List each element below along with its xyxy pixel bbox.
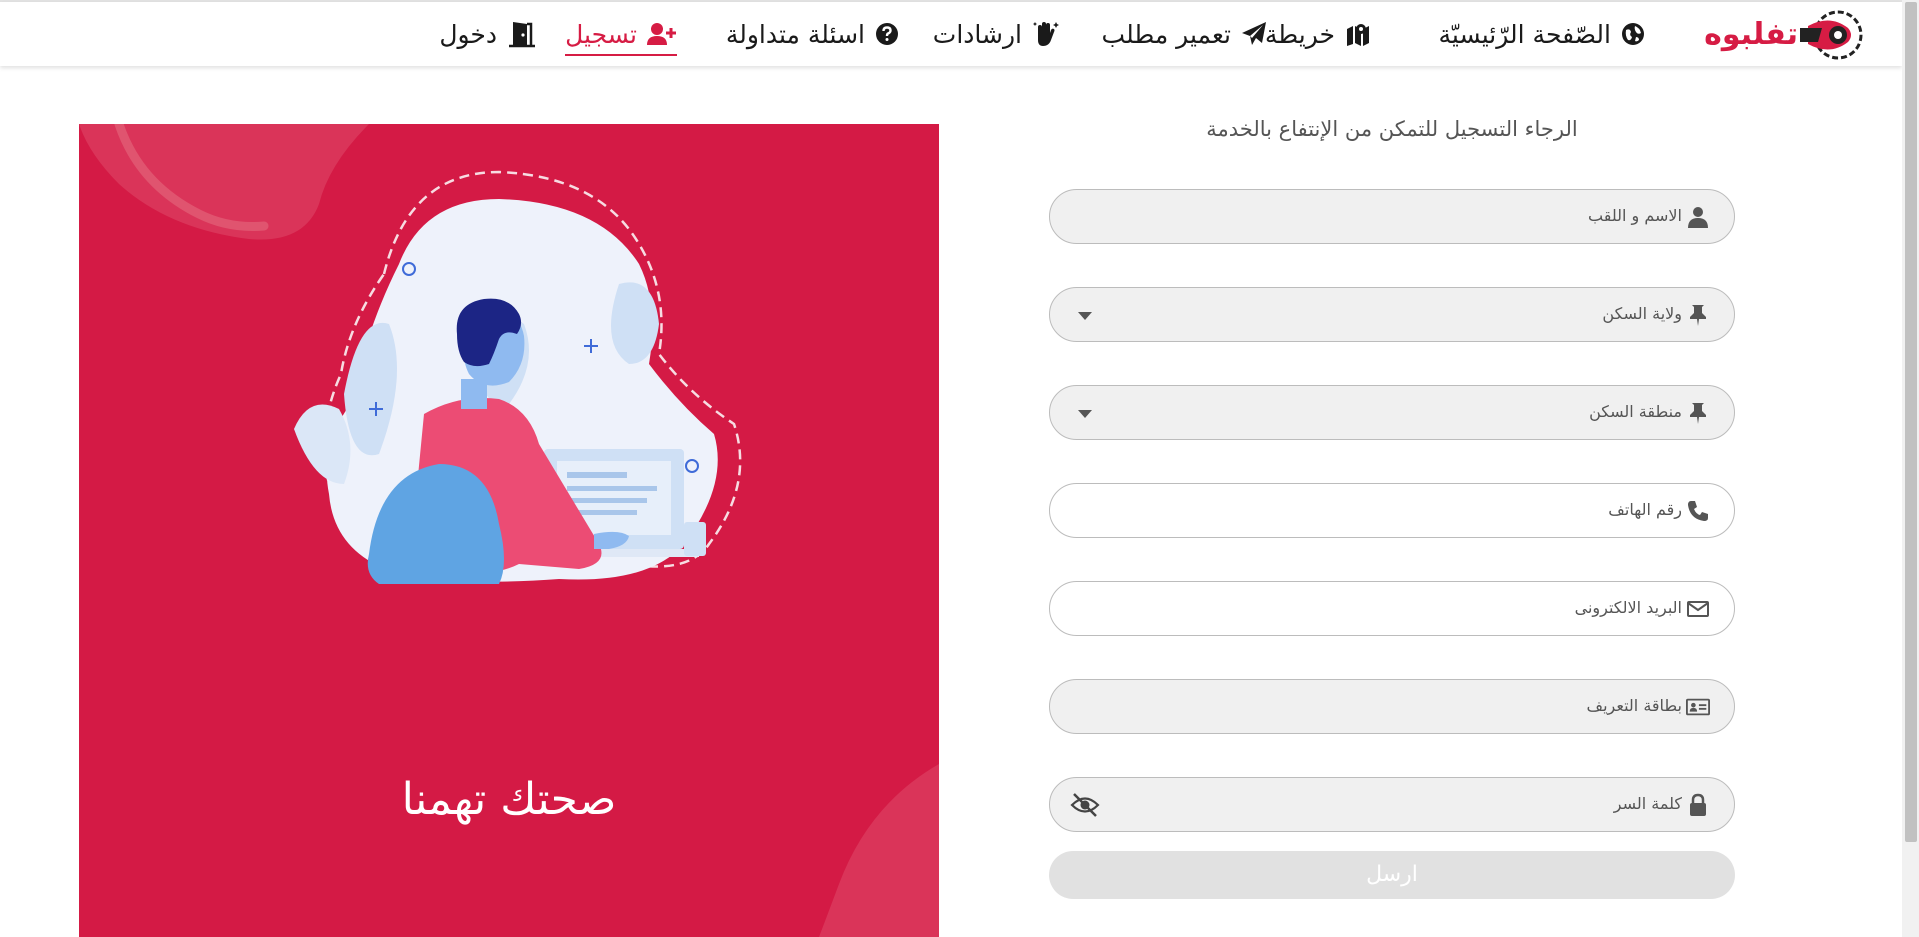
hand-sparkles-icon [1033,22,1059,46]
phone-icon [1688,501,1708,521]
eye-slash-icon[interactable] [1070,792,1100,818]
submit-button[interactable]: ارسل [1049,851,1735,899]
page-scrollbar[interactable] [1902,0,1919,937]
nav-guidelines[interactable]: ارشادات [933,16,1060,52]
field-placeholder: بطاقة التعريف [1586,696,1682,715]
field-placeholder: ولاية السكن [1602,304,1682,323]
lock-icon [1690,793,1706,816]
nav-home[interactable]: الصّفحة الرّئيسيّة [1439,16,1646,52]
form-title: الرجاء التسجيل للتمكن من الإنتفاع بالخدم… [1206,117,1578,141]
hero-panel: صحتك تهمنا [79,124,939,937]
nav-label: اسئلة متداولة [725,19,865,49]
field-placeholder: البريد الالكترونى [1574,598,1682,617]
residence-area-select[interactable]: منطقة السكن [1049,385,1735,440]
shield-eye-logo-icon [1800,10,1863,60]
brand-logo[interactable]: تفلبوه [1704,6,1864,64]
nav-login[interactable]: دخول [439,16,537,52]
scrollbar-thumb[interactable] [1905,2,1917,842]
door-open-icon [509,22,535,48]
thumbtack-icon [1690,403,1706,424]
question-circle-icon [876,23,898,45]
nav-label: الصّفحة الرّئيسيّة [1438,19,1612,49]
chevron-down-icon[interactable] [1078,410,1092,418]
nav-label: تسجيل [565,19,637,49]
field-placeholder: رقم الهاتف [1608,500,1682,519]
user-plus-icon [647,23,676,45]
field-placeholder: كلمة السر [1613,794,1682,813]
map-marker-icon [1347,24,1369,46]
email-field[interactable]: البريد الالكترونى [1049,581,1735,636]
nav-map[interactable]: خريطة [1265,16,1371,52]
chevron-down-icon[interactable] [1078,312,1092,320]
brand-name: تفلبوه [1704,17,1799,52]
active-nav-underline [565,54,677,56]
nav-submit-request[interactable]: تعمير مطلب [1102,16,1267,52]
full-name-field[interactable]: الاسم و اللقب [1049,189,1735,244]
field-placeholder: الاسم و اللقب [1588,206,1682,225]
nav-label: تعمير مطلب [1101,19,1231,49]
residence-state-select[interactable]: ولاية السكن [1049,287,1735,342]
field-placeholder: منطقة السكن [1589,402,1682,421]
nav-label: خريطة [1264,19,1335,49]
nav-register[interactable]: تسجيل [565,16,677,56]
envelope-icon [1687,601,1709,617]
password-field[interactable]: كلمة السر [1049,777,1735,832]
user-icon [1688,207,1708,228]
nav-faq[interactable]: اسئلة متداولة [726,16,899,52]
phone-field[interactable]: رقم الهاتف [1049,483,1735,538]
paper-plane-icon [1242,22,1266,45]
id-card-field[interactable]: بطاقة التعريف [1049,679,1735,734]
globe-icon [1622,23,1644,45]
top-navbar: تفلبوه الصّفحة الرّئيسيّة خريطة تعمير مط… [0,2,1902,66]
nav-label: دخول [439,19,497,49]
hero-slogan: صحتك تهمنا [401,774,617,825]
thumbtack-icon [1690,305,1706,326]
id-card-icon [1686,698,1710,716]
nav-label: ارشادات [932,19,1022,49]
